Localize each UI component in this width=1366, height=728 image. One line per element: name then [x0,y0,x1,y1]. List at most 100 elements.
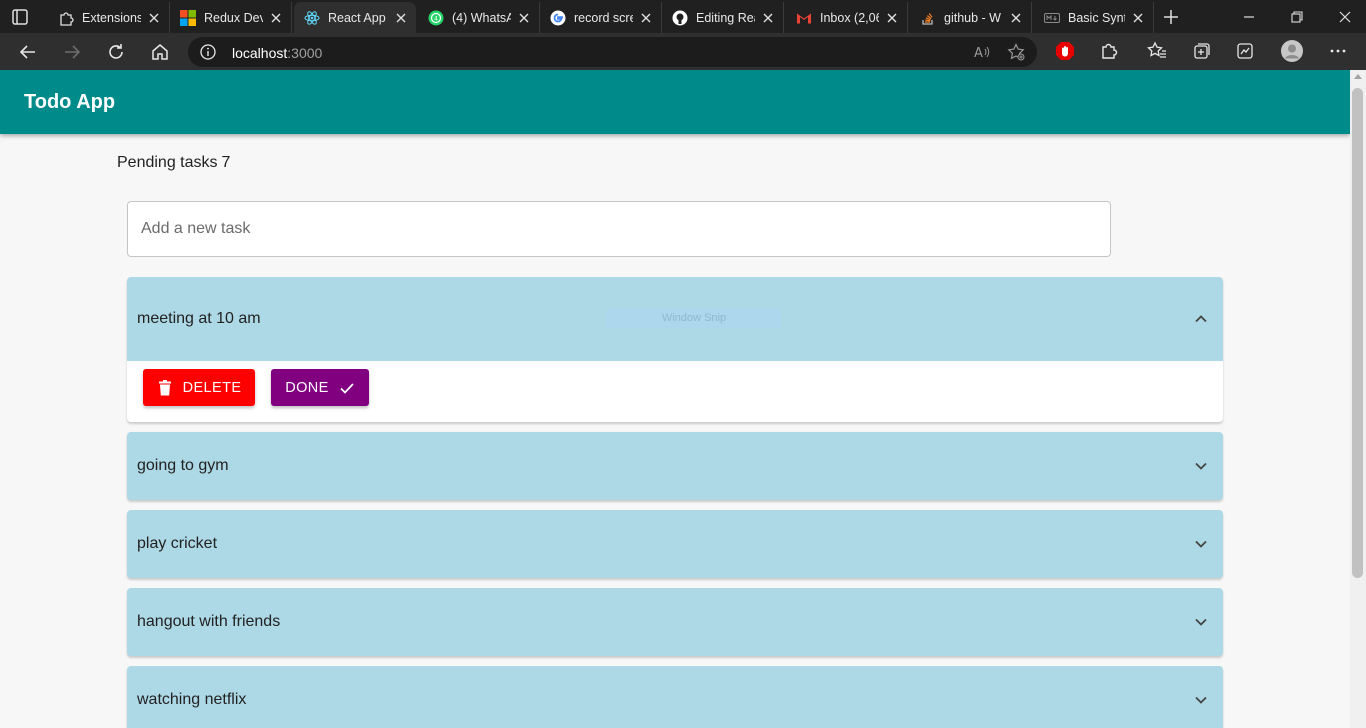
browser-tab-redux-dev[interactable]: Redux Dev [170,2,292,33]
pending-tasks-count: 7 [221,154,231,171]
check-icon [339,380,355,396]
task-title: meeting at 10 am [137,310,261,327]
pending-tasks-label: Pending tasks [117,154,218,171]
chevron-down-icon[interactable] [1193,536,1209,552]
browser-tab-gmail-inbox[interactable]: Inbox (2,06 [786,2,908,33]
close-icon[interactable] [147,11,161,25]
react-logo-icon [304,10,320,26]
trash-icon [157,379,173,396]
task-title: going to gym [137,457,229,474]
browser-tab-strip: Extensions Redux Dev React App 4 (4) Wha… [0,0,1366,33]
performance-icon[interactable] [1234,40,1256,62]
task-accordion-header[interactable]: going to gym [127,432,1223,500]
tab-label: record scre [574,10,633,25]
task-accordion-header[interactable]: watching netflix [127,666,1223,728]
task-title: hangout with friends [137,613,281,630]
github-logo-icon [672,10,688,26]
close-icon[interactable] [1131,11,1145,25]
collections-icon[interactable] [1191,40,1213,62]
markdown-logo-icon [1044,10,1060,26]
tab-label: Inbox (2,06 [820,10,879,25]
browser-tab-whatsapp[interactable]: 4 (4) WhatsA [418,2,540,33]
url-port: :3000 [287,45,323,61]
forward-arrow-icon[interactable] [60,40,84,64]
home-icon[interactable] [148,40,172,64]
new-tab-plus-icon[interactable] [1160,6,1182,28]
microsoft-logo-icon [180,9,196,26]
tab-label: (4) WhatsA [452,10,511,25]
delete-task-button[interactable]: DELETE [143,369,255,406]
task-actions: DELETE DONE [127,361,1223,422]
app-header: Todo App [0,70,1350,134]
tab-label: Editing Rea [696,10,755,25]
back-arrow-icon[interactable] [16,40,40,64]
chevron-down-icon[interactable] [1193,614,1209,630]
browser-tab-github-editing[interactable]: Editing Rea [662,2,784,33]
task-accordion: meeting at 10 am DELETE DONE [127,277,1223,422]
task-accordion-header[interactable]: hangout with friends [127,588,1223,656]
url-host: localhost [232,45,288,61]
site-info-icon[interactable] [200,44,216,60]
task-accordion: play cricket [127,510,1223,578]
puzzle-icon [58,10,74,26]
window-close-icon[interactable] [1334,6,1356,28]
tab-label: Extensions [82,10,141,25]
google-logo-icon [550,10,566,26]
browser-toolbar: localhost:3000 A [0,33,1366,70]
tab-actions-icon[interactable] [10,7,30,27]
chevron-down-icon[interactable] [1193,458,1209,474]
browser-tab-stackoverflow[interactable]: github - W [910,2,1032,33]
close-icon[interactable] [761,11,775,25]
read-aloud-icon[interactable]: A [973,43,991,61]
chevron-down-icon[interactable] [1193,692,1209,708]
tab-label: React App [328,10,386,25]
close-icon[interactable] [269,11,283,25]
gmail-logo-icon [796,10,812,26]
address-bar[interactable]: localhost:3000 A [188,37,1037,67]
app-title: Todo App [24,91,116,113]
profile-avatar-icon[interactable] [1281,40,1303,62]
adblock-extension-icon[interactable] [1054,40,1076,62]
window-snip-overlay: Window Snip [607,308,781,328]
scroll-up-arrow-icon[interactable] [1354,74,1362,79]
stackoverflow-logo-icon [920,10,936,26]
close-icon[interactable] [1009,11,1023,25]
task-accordion: hangout with friends [127,588,1223,656]
add-favorite-icon[interactable] [1007,43,1025,61]
done-task-button[interactable]: DONE [271,369,369,406]
tab-label: github - W [944,10,1001,25]
restore-icon[interactable] [1286,6,1308,28]
scrollbar-thumb[interactable] [1352,88,1363,578]
tab-label: Basic Synta [1068,10,1125,25]
delete-label: DELETE [182,379,242,396]
close-icon[interactable] [394,11,408,25]
tab-label: Redux Dev [204,10,263,25]
new-task-input[interactable] [127,201,1111,257]
pending-tasks: Pending tasks 7 [117,154,230,172]
task-accordion: watching netflix [127,666,1223,728]
task-title: watching netflix [137,691,247,708]
task-accordion: going to gym [127,432,1223,500]
done-label: DONE [285,379,329,396]
close-icon[interactable] [885,11,899,25]
close-icon[interactable] [639,11,653,25]
url-text[interactable]: localhost:3000 [232,45,322,61]
browser-tab-google-search[interactable]: record scre [540,2,662,33]
chevron-up-icon[interactable] [1193,311,1209,327]
task-title: play cricket [137,535,218,552]
page-scrollbar[interactable] [1350,70,1366,728]
minimize-icon[interactable] [1238,6,1260,28]
close-icon[interactable] [517,11,531,25]
more-options-icon[interactable] [1327,40,1349,62]
browser-tab-extensions[interactable]: Extensions [48,2,170,33]
page-viewport: Todo App Pending tasks7 meeting at 10 am… [0,70,1350,728]
svg-text:A: A [974,46,983,61]
extensions-puzzle-icon[interactable] [1098,40,1120,62]
refresh-icon[interactable] [104,40,128,64]
whatsapp-logo-icon: 4 [428,10,444,26]
svg-text:4: 4 [434,15,438,22]
favorites-icon[interactable] [1146,40,1168,62]
browser-tab-basic-syntax[interactable]: Basic Synta [1034,2,1154,33]
browser-tab-react-app[interactable]: React App [294,2,416,33]
task-accordion-header[interactable]: play cricket [127,510,1223,578]
